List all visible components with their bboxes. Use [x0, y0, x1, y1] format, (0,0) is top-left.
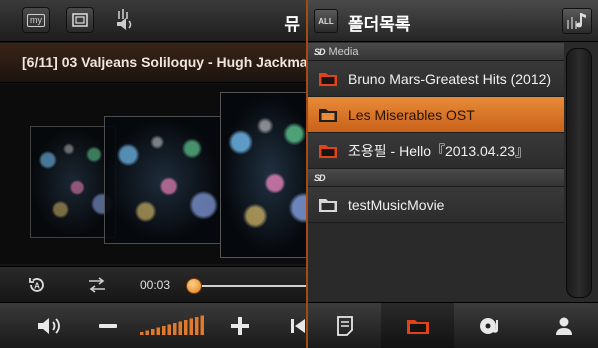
- seek-thumb[interactable]: [186, 278, 203, 294]
- music-disc-icon: [479, 318, 498, 334]
- volume-bar: [167, 324, 171, 335]
- volume-bar: [162, 326, 166, 335]
- playback-progress-bar: A 00:03: [0, 266, 306, 302]
- folder-icon: [318, 107, 338, 123]
- folder-item-label: testMusicMovie: [348, 196, 445, 213]
- shuffle-arrows-icon: [89, 277, 105, 293]
- elapsed-time: 00:03: [140, 278, 171, 292]
- previous-track-icon: [291, 319, 305, 333]
- now-playing-bar: [6/11] 03 Valjeans Soliloquy - Hugh Jack…: [0, 43, 306, 83]
- folder-item[interactable]: Bruno Mars-Greatest Hits (2012): [308, 61, 564, 97]
- tab-playlist[interactable]: [308, 303, 381, 348]
- svg-text:A: A: [34, 282, 40, 291]
- shuffle-button[interactable]: [86, 275, 108, 295]
- volume-bar: [195, 317, 199, 335]
- folder-item-label: Bruno Mars-Greatest Hits (2012): [348, 70, 552, 87]
- all-button[interactable]: ALL: [314, 9, 338, 33]
- volume-bar: [145, 330, 149, 335]
- volume-down-button[interactable]: [98, 313, 118, 339]
- tab-album[interactable]: [454, 303, 527, 348]
- storage-section-header: SD Media: [308, 43, 564, 61]
- folder-item-label: Les Miserables OST: [348, 106, 475, 123]
- volume-bar: [156, 327, 160, 335]
- window-icon: [72, 13, 88, 27]
- window-mode-button[interactable]: [66, 7, 94, 33]
- volume-bar: [184, 320, 188, 335]
- repeat-all-button[interactable]: A: [26, 275, 48, 295]
- tab-folders[interactable]: [381, 303, 454, 348]
- volume-up-button[interactable]: [230, 313, 250, 339]
- album-art-carousel[interactable]: [0, 84, 306, 264]
- folder-icon: [318, 71, 338, 87]
- document-icon: [336, 316, 353, 336]
- folder-icon: [318, 197, 338, 213]
- folder-list-title: 폴더목록: [348, 15, 411, 34]
- sd-card-icon: SD: [314, 172, 325, 183]
- minus-icon: [99, 324, 117, 328]
- music-note-icon: [567, 13, 586, 29]
- person-icon: [555, 317, 572, 335]
- album-art-current[interactable]: [220, 92, 306, 258]
- now-playing-title: [6/11] 03 Valjeans Soliloquy - Hugh Jack…: [22, 54, 306, 70]
- folder-list: SD Media Bruno Mars-Greatest Hits (2012)…: [308, 43, 564, 300]
- folder-item-selected[interactable]: Les Miserables OST: [308, 97, 564, 133]
- folder-list-panel: ALL 폴더목록 SD Media Bruno Mars-Greatest Hi…: [306, 0, 598, 348]
- music-view-button[interactable]: [562, 8, 592, 34]
- tab-artist[interactable]: [527, 303, 598, 348]
- player-top-bar: my 뮤: [0, 0, 306, 42]
- folder-panel-tab-bar: [308, 302, 598, 348]
- player-panel: my 뮤 [6/11] 03 Valjeans Soliloquy - Hugh…: [0, 0, 306, 348]
- sd-card-icon: SD: [314, 46, 325, 57]
- folder-item-label: 조용필 - Hello『2013.04.23』: [348, 142, 530, 159]
- folder-icon: [406, 320, 429, 334]
- volume-bar: [189, 318, 193, 335]
- volume-bars-icon: [140, 315, 204, 335]
- my-button[interactable]: my: [22, 7, 50, 33]
- mute-button[interactable]: [34, 313, 68, 339]
- volume-level-indicator: [140, 313, 208, 339]
- repeat-all-icon: A: [29, 278, 44, 292]
- equalizer-speaker-icon: [117, 9, 132, 30]
- volume-bar: [178, 321, 182, 335]
- my-button-label: my: [27, 13, 45, 27]
- folder-item[interactable]: testMusicMovie: [308, 187, 564, 223]
- player-title-fragment: 뮤: [284, 15, 300, 34]
- player-controls: [0, 302, 306, 348]
- folder-item[interactable]: 조용필 - Hello『2013.04.23』: [308, 133, 564, 169]
- equalizer-button[interactable]: [112, 7, 140, 33]
- previous-track-button[interactable]: [290, 313, 306, 339]
- volume-bar: [140, 332, 144, 335]
- plus-icon: [231, 317, 249, 335]
- storage-section-header: SD: [308, 169, 564, 187]
- storage-section-label: Media: [328, 45, 359, 58]
- folder-list-header: ALL 폴더목록: [308, 0, 598, 42]
- seek-track[interactable]: [186, 285, 306, 287]
- album-art-side[interactable]: [104, 116, 222, 244]
- folder-list-scrollbar[interactable]: [566, 48, 592, 298]
- volume-bar: [200, 315, 204, 335]
- volume-bar: [173, 323, 177, 335]
- volume-bar: [151, 329, 155, 335]
- speaker-volume-icon: [38, 318, 60, 334]
- folder-icon: [318, 143, 338, 159]
